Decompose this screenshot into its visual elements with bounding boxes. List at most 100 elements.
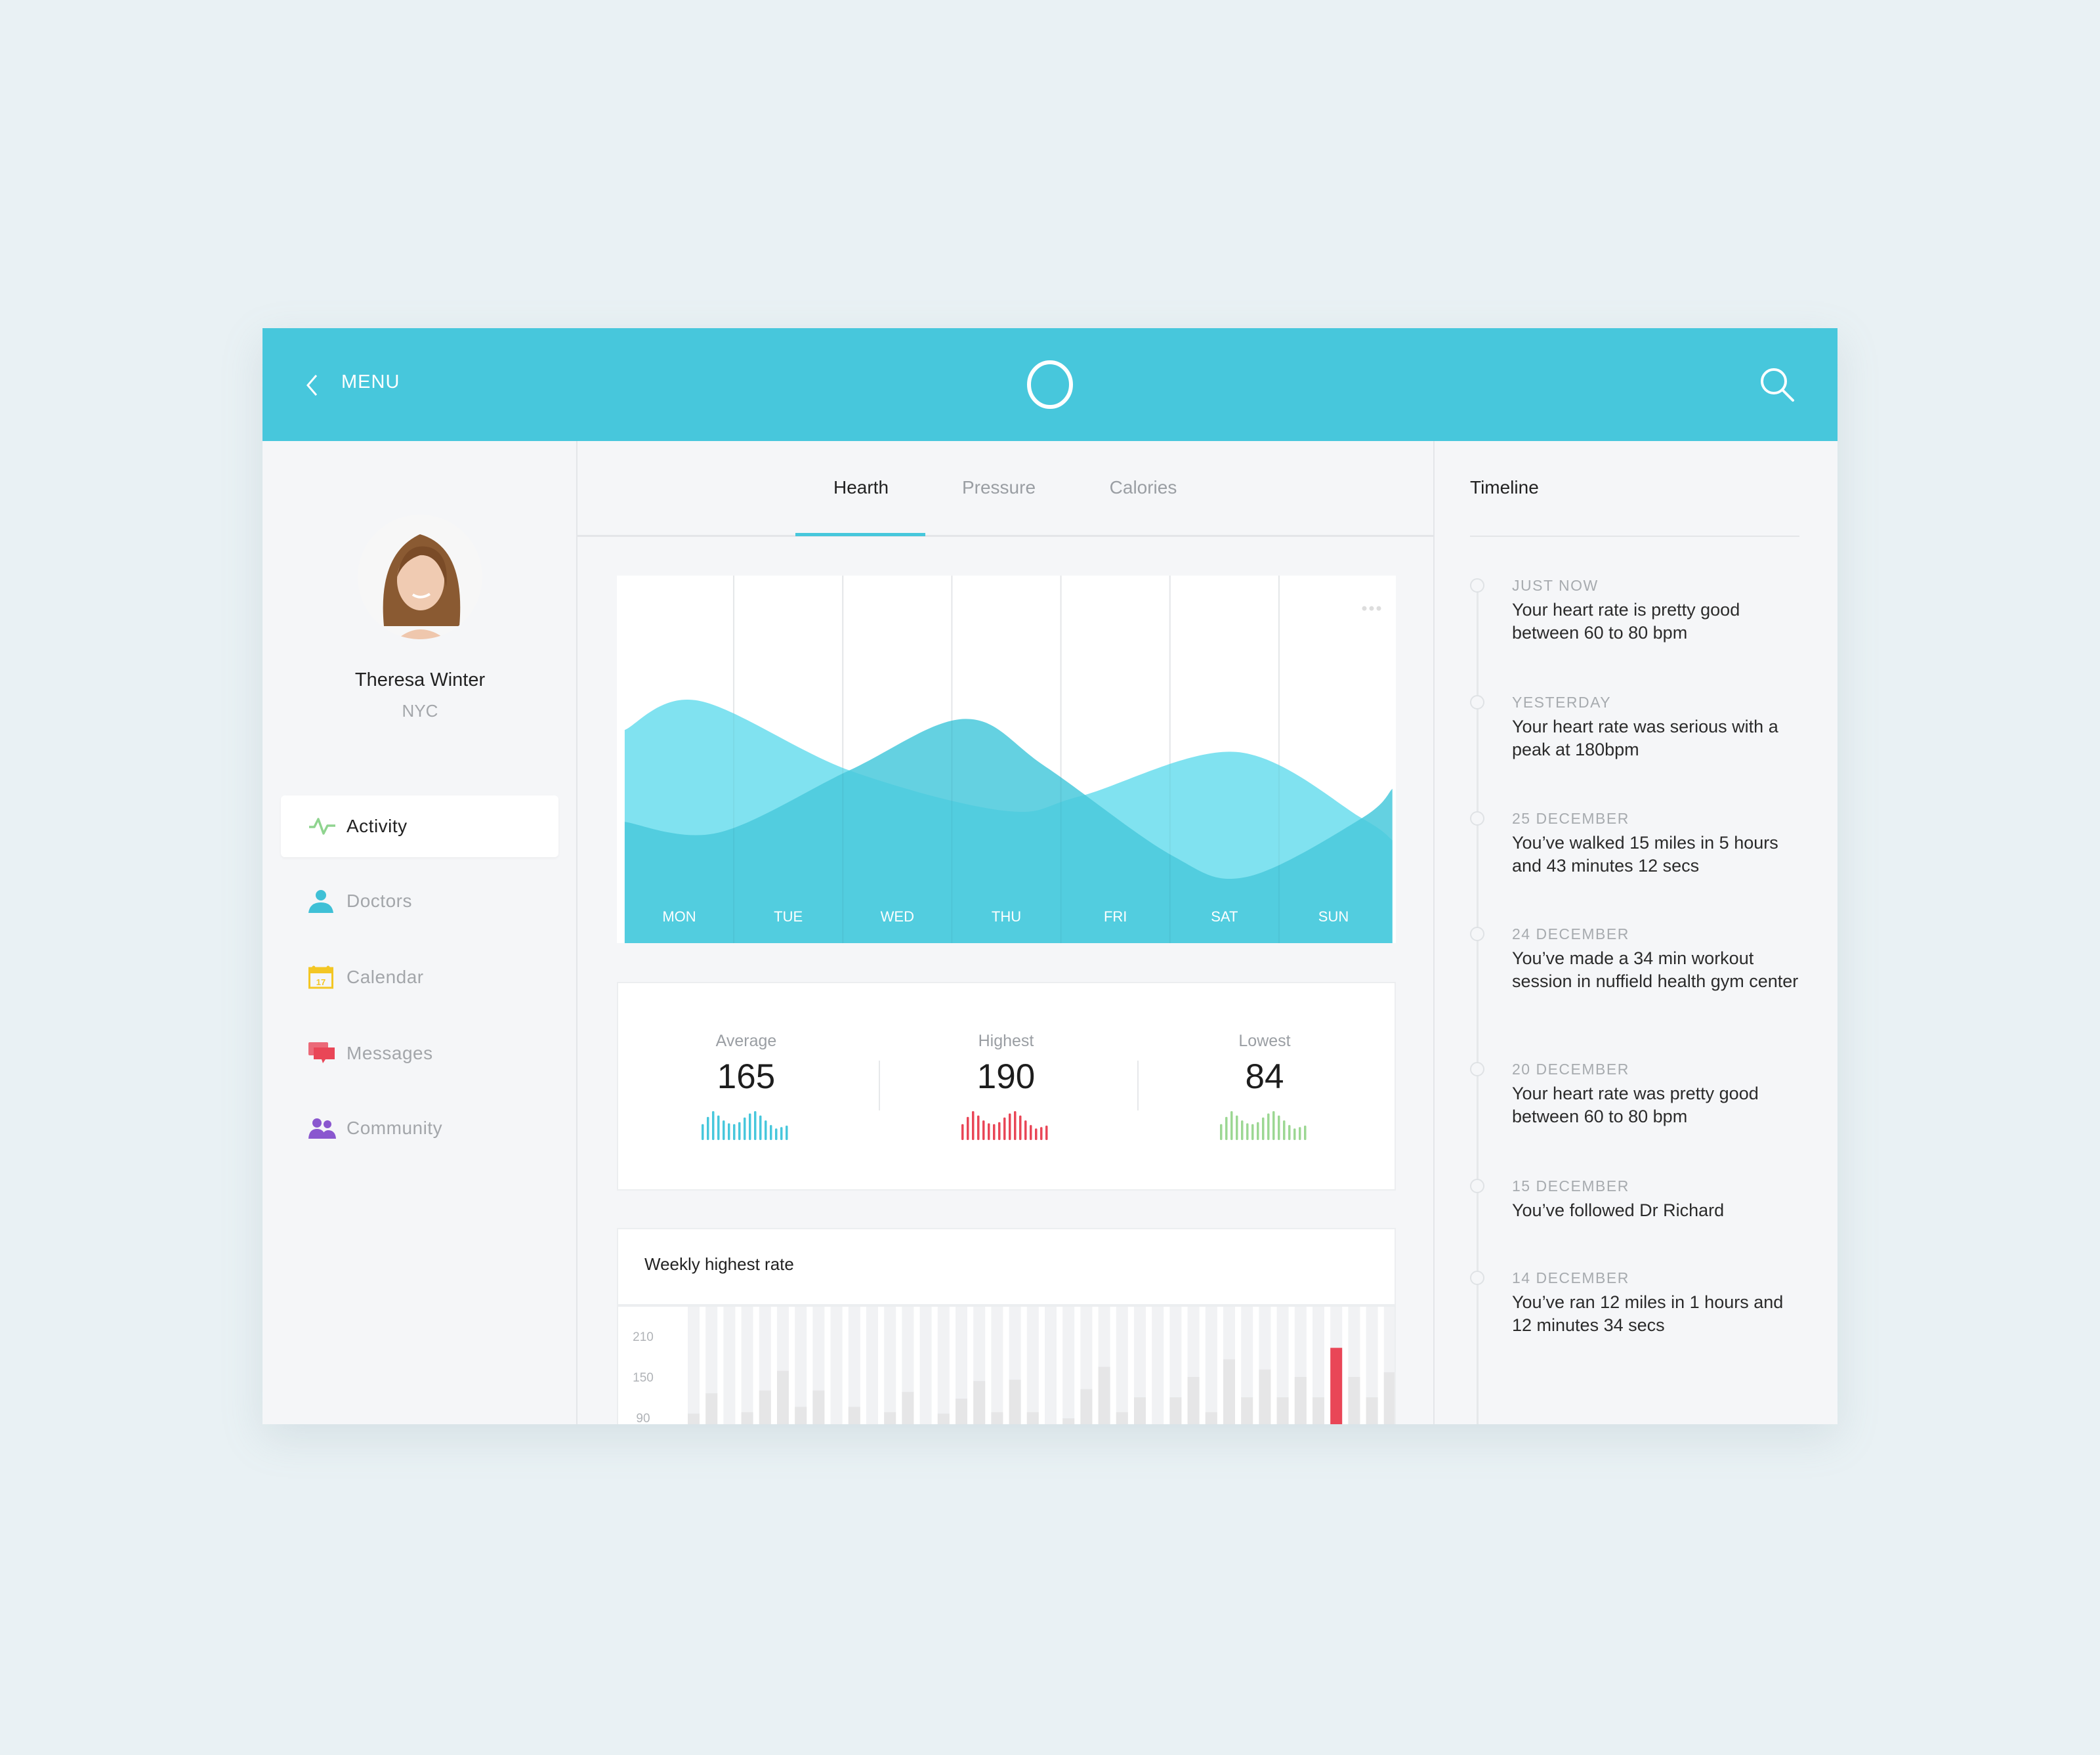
tab-hearth[interactable]: Hearth: [833, 477, 889, 498]
bar: [1169, 1397, 1182, 1424]
timeline-item[interactable]: 24 DECEMBER You’ve made a 34 min workout …: [1512, 925, 1820, 993]
x-tick-label: FRI: [1104, 908, 1127, 925]
timeline-item[interactable]: YESTERDAY Your heart rate was serious wit…: [1512, 694, 1820, 761]
sidebar-item-messages[interactable]: Messages: [281, 1023, 558, 1084]
chat-icon: [308, 1042, 335, 1063]
timeline-item[interactable]: 14 DECEMBER You’ve ran 12 miles in 1 hour…: [1512, 1269, 1820, 1337]
sidebar-item-calendar[interactable]: 17 Calendar: [281, 946, 558, 1008]
main-panel: Hearth Pressure Calories MON TUE WED THU FRI…: [578, 441, 1435, 1424]
bar: [1223, 1359, 1235, 1424]
bar: [812, 1390, 825, 1424]
sparkline-bar: [707, 1116, 709, 1140]
timeline-panel: Timeline JUST NOW Your heart rate is pret…: [1435, 441, 1838, 1424]
sparkline-bar: [728, 1123, 730, 1140]
bar: [705, 1393, 718, 1424]
x-tick-label: SUN: [1318, 908, 1349, 925]
bar: [688, 1413, 700, 1424]
bar: [759, 1390, 771, 1424]
bar-track: [1026, 1307, 1039, 1424]
bar: [1098, 1366, 1110, 1424]
profile-name: Theresa Winter: [354, 669, 486, 690]
bar: [1080, 1389, 1093, 1424]
sparkline-bar: [1288, 1125, 1291, 1140]
timeline-date: 15 DECEMBER: [1512, 1177, 1629, 1195]
sidebar-item-label: Doctors: [346, 891, 412, 911]
search-icon[interactable]: [1759, 366, 1796, 403]
calendar-icon: 17: [308, 965, 333, 989]
timeline-text: Your heart rate was pretty good between …: [1512, 1084, 1759, 1126]
timeline-dot: [1470, 695, 1484, 709]
sparkline-bar: [1236, 1115, 1238, 1140]
tab-calories[interactable]: Calories: [1110, 477, 1177, 498]
sparkline-bar: [1030, 1125, 1032, 1140]
sparkline-bar: [1230, 1111, 1233, 1140]
bar: [937, 1413, 950, 1424]
timeline-item[interactable]: 15 DECEMBER You’ve followed Dr Richard: [1512, 1177, 1820, 1222]
sparkline-bar: [770, 1125, 772, 1140]
bar-track: [1045, 1307, 1057, 1424]
timeline-text: You’ve made a 34 min workout session in …: [1512, 948, 1799, 991]
sparkline-bar: [1267, 1113, 1270, 1140]
sidebar-item-activity[interactable]: Activity: [281, 795, 558, 857]
sparkline-bar: [1262, 1117, 1265, 1140]
bar-track: [1152, 1307, 1164, 1424]
sparkline-bar: [1246, 1123, 1249, 1140]
sparkline-bar: [1220, 1124, 1223, 1140]
timeline-date: JUST NOW: [1512, 577, 1599, 594]
x-tick-label: WED: [881, 908, 914, 925]
ring-logo-icon: [1027, 360, 1073, 409]
menu-label: MENU: [341, 371, 400, 392]
sparkline-bar: [1009, 1113, 1011, 1140]
sparkline-bar: [733, 1124, 736, 1140]
timeline-dot: [1470, 1271, 1484, 1285]
sidebar-item-community[interactable]: Community: [281, 1097, 558, 1159]
timeline-dot: [1470, 927, 1484, 941]
sparkline-bar: [786, 1126, 788, 1140]
sparkline-bar: [765, 1120, 767, 1140]
sparkline: [961, 1111, 1048, 1140]
sparkline-bar: [1293, 1128, 1296, 1140]
bar: [1330, 1347, 1343, 1424]
stats-card: Average 165 Highest 190 Lowest 84: [617, 982, 1396, 1191]
bar: [956, 1399, 967, 1424]
avatar[interactable]: [358, 515, 482, 639]
sparkline-bar: [1035, 1128, 1038, 1140]
sparkline: [1220, 1111, 1307, 1140]
app-window: MENU Theresa Winter NYC Activity Doctors: [262, 328, 1838, 1424]
stat-label: Highest: [978, 1032, 1034, 1050]
back-menu-button[interactable]: MENU: [295, 361, 407, 408]
bar-track: [688, 1307, 700, 1424]
tab-bar: Hearth Pressure Calories: [578, 441, 1435, 537]
timeline-item[interactable]: JUST NOW Your heart rate is pretty good b…: [1512, 577, 1820, 645]
sidebar-item-doctors[interactable]: Doctors: [281, 870, 558, 932]
timeline-title: Timeline: [1470, 477, 1539, 497]
timeline-item[interactable]: 20 DECEMBER Your heart rate was pretty go…: [1512, 1061, 1820, 1128]
bar: [991, 1412, 1003, 1424]
tab-pressure[interactable]: Pressure: [962, 477, 1036, 498]
sparkline-bar: [1251, 1124, 1254, 1140]
x-tick-label: MON: [662, 908, 696, 925]
bar: [1348, 1377, 1360, 1424]
top-bar: MENU: [262, 328, 1838, 441]
sparkline-bar: [961, 1124, 964, 1140]
stat-lowest: Lowest 84: [1137, 983, 1393, 1180]
timeline-dot: [1470, 811, 1484, 826]
timeline-item[interactable]: 25 DECEMBER You’ve walked 15 miles in 5 h…: [1512, 810, 1820, 878]
bar: [1116, 1412, 1128, 1424]
more-dots-icon[interactable]: [1362, 604, 1381, 612]
bar-track: [795, 1307, 807, 1424]
sidebar-item-label: Messages: [346, 1043, 433, 1063]
profile-location: NYC: [402, 701, 438, 721]
timeline-text: You’ve followed Dr Richard: [1512, 1200, 1725, 1220]
sparkline-bar: [759, 1115, 762, 1140]
bar-track: [1205, 1307, 1217, 1424]
bar: [1134, 1397, 1146, 1424]
sparkline-bar: [1003, 1117, 1006, 1140]
sparkline-bar: [993, 1124, 996, 1140]
stat-value: 165: [717, 1057, 776, 1096]
timeline-date: 25 DECEMBER: [1512, 810, 1629, 827]
timeline-date: 20 DECEMBER: [1512, 1061, 1629, 1078]
bar: [902, 1391, 914, 1424]
bar: [1276, 1397, 1289, 1424]
pulse-icon: [309, 818, 335, 835]
